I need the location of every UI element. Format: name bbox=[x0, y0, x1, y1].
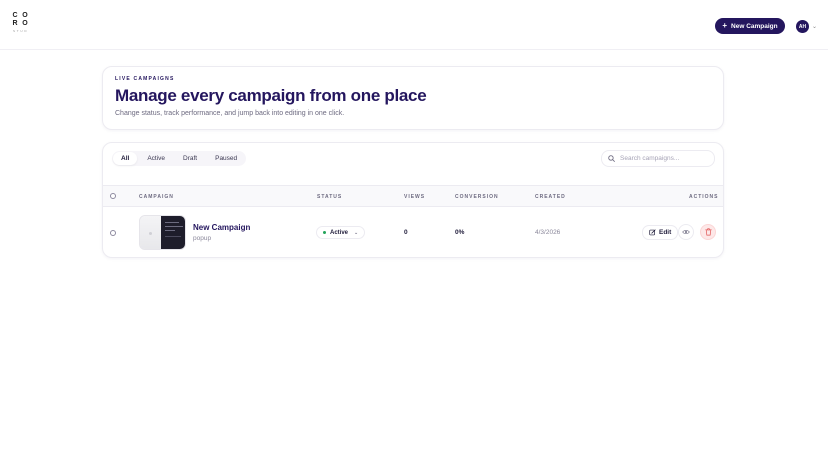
edit-button[interactable]: Edit bbox=[642, 225, 679, 240]
chevron-down-icon: ⌄ bbox=[354, 229, 359, 236]
edit-icon bbox=[649, 229, 656, 236]
row-checkbox[interactable] bbox=[110, 230, 116, 236]
chevron-down-icon[interactable]: ⌄ bbox=[812, 23, 817, 30]
column-header-actions: ACTIONS bbox=[689, 194, 719, 200]
edit-label: Edit bbox=[659, 229, 672, 236]
page-title: Manage every campaign from one place bbox=[115, 86, 427, 105]
brand-logo[interactable]: C O R O S T U D bbox=[10, 12, 30, 38]
status-filter-tabs: All Active Draft Paused bbox=[112, 151, 247, 166]
column-header-views: VIEWS bbox=[404, 194, 426, 200]
logo-letter: O bbox=[22, 20, 28, 27]
logo-letter: C bbox=[12, 12, 18, 19]
table-row[interactable]: New Campaign popup Active ⌄ 0 0% 4/3/202… bbox=[103, 207, 723, 257]
filter-tab-draft[interactable]: Draft bbox=[175, 152, 205, 165]
avatar-initials: AH bbox=[798, 23, 807, 30]
logo-subtitle: S T U D bbox=[12, 29, 28, 33]
delete-button[interactable] bbox=[700, 224, 716, 240]
avatar[interactable]: AH bbox=[796, 20, 809, 33]
filter-tab-all[interactable]: All bbox=[113, 152, 138, 165]
column-header-status: STATUS bbox=[317, 194, 343, 200]
conversion-value: 0% bbox=[455, 229, 465, 236]
search-box[interactable] bbox=[601, 150, 715, 167]
filter-tab-active[interactable]: Active bbox=[139, 152, 173, 165]
campaign-type: popup bbox=[193, 235, 212, 242]
logo-letter: O bbox=[22, 12, 28, 19]
preview-button[interactable] bbox=[678, 224, 694, 240]
campaign-table-card: All Active Draft Paused CAMPAIGN STATUS … bbox=[102, 142, 724, 258]
status-dot-icon bbox=[323, 231, 326, 234]
eye-icon bbox=[682, 230, 690, 234]
table-header: CAMPAIGN STATUS VIEWS CONVERSION CREATED… bbox=[103, 185, 723, 207]
logo-letter: R bbox=[12, 20, 18, 27]
status-dropdown[interactable]: Active ⌄ bbox=[316, 226, 366, 239]
column-header-created: CREATED bbox=[535, 194, 566, 200]
plus-icon: + bbox=[722, 21, 728, 30]
hero-eyebrow: LIVE CAMPAIGNS bbox=[115, 76, 175, 82]
search-input[interactable] bbox=[620, 155, 710, 162]
new-campaign-button[interactable]: + New Campaign bbox=[715, 18, 785, 34]
top-bar: C O R O S T U D + New Campaign AH ⌄ bbox=[0, 0, 828, 50]
trash-icon bbox=[704, 228, 712, 236]
created-date: 4/3/2026 bbox=[535, 229, 561, 236]
select-all-checkbox[interactable] bbox=[110, 193, 116, 199]
filter-tab-paused[interactable]: Paused bbox=[207, 152, 245, 165]
column-header-campaign: CAMPAIGN bbox=[139, 194, 174, 200]
campaign-name[interactable]: New Campaign bbox=[193, 223, 250, 232]
new-campaign-label: New Campaign bbox=[731, 22, 778, 30]
views-value: 0 bbox=[404, 229, 408, 236]
column-header-conversion: CONVERSION bbox=[455, 194, 499, 200]
search-icon bbox=[608, 155, 615, 162]
page-subtitle: Change status, track performance, and ju… bbox=[115, 110, 345, 117]
hero-card: LIVE CAMPAIGNS Manage every campaign fro… bbox=[102, 66, 724, 130]
campaign-thumbnail bbox=[139, 215, 186, 250]
status-label: Active bbox=[330, 229, 349, 236]
